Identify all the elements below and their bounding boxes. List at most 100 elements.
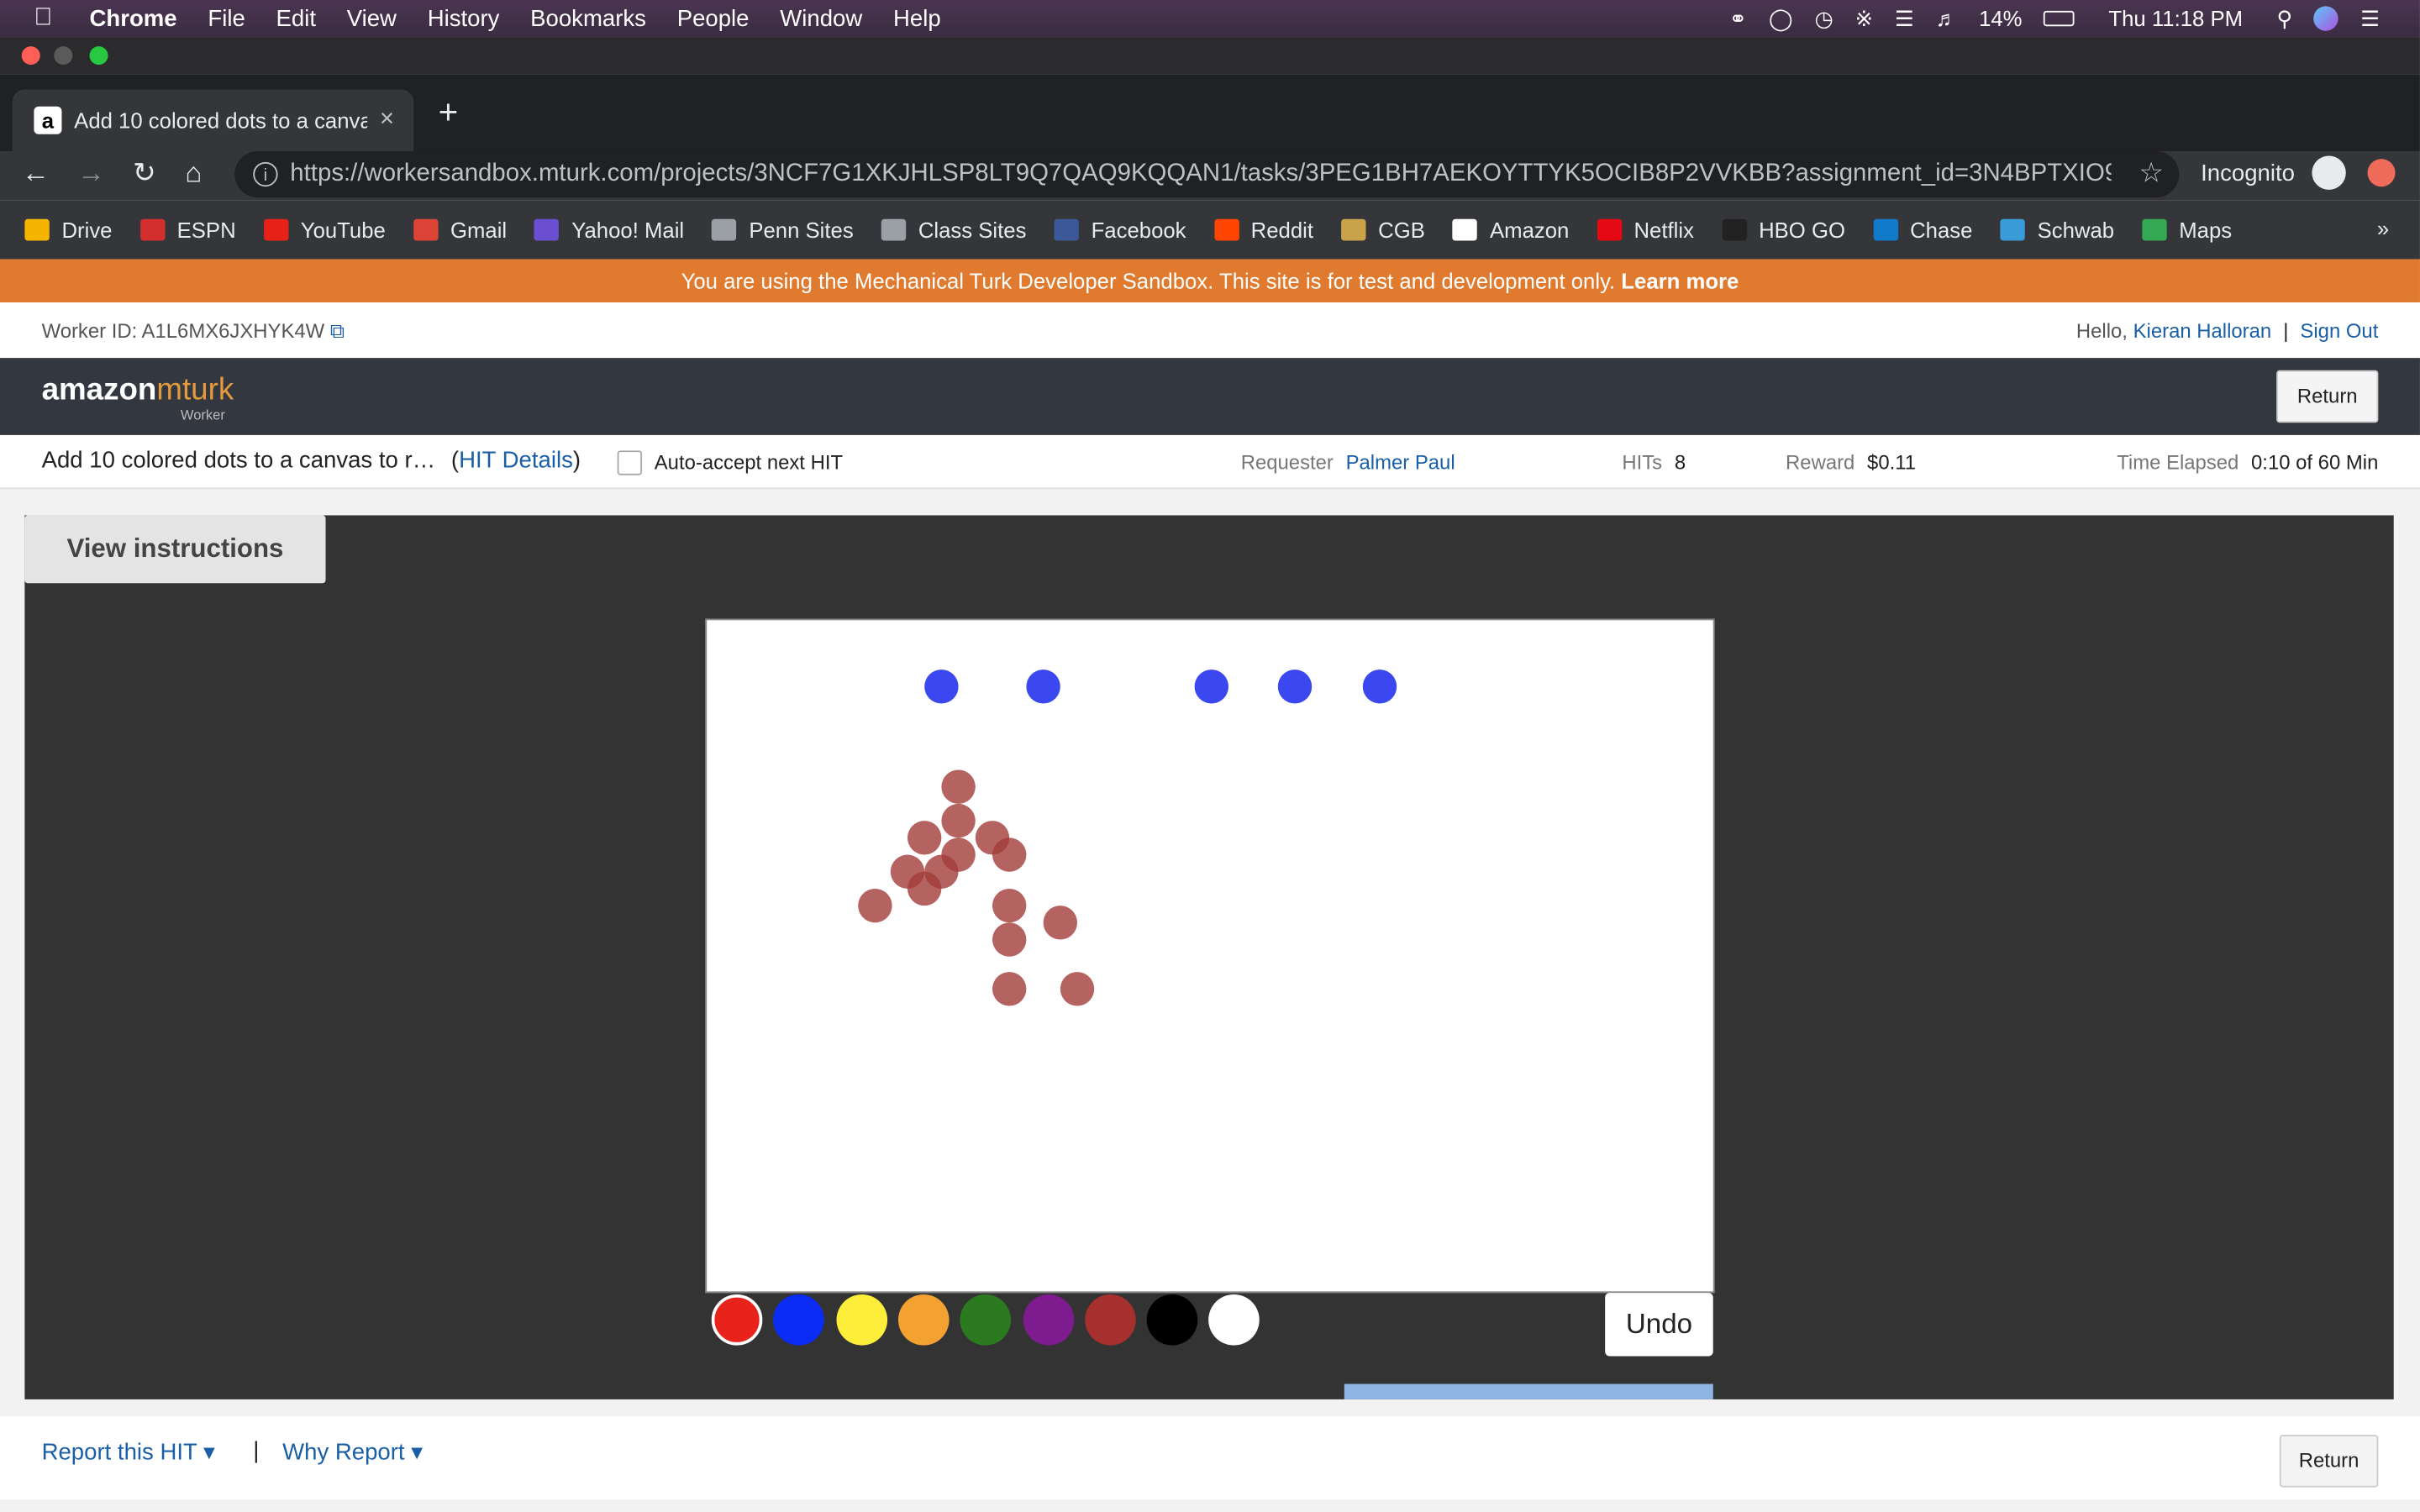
color-swatch[interactable]: [960, 1294, 1012, 1346]
mturk-logo[interactable]: amazonmturk Worker: [42, 373, 234, 423]
sync-icon[interactable]: ◯: [1769, 5, 1793, 31]
reward-value: $0.11: [1867, 450, 1917, 474]
bookmark-hbo-go[interactable]: HBO GO: [1722, 218, 1845, 242]
bookmark-reddit[interactable]: Reddit: [1213, 217, 1314, 243]
bookmark-schwab[interactable]: Schwab: [2000, 218, 2114, 242]
screen:  Chrome File Edit View History Bookmark…: [0, 0, 2420, 1512]
wifi-icon[interactable]: ☰: [1895, 5, 1914, 31]
menu-view[interactable]: View: [347, 5, 397, 31]
canvas-dot: [992, 837, 1027, 872]
minimize-window-icon[interactable]: [54, 46, 73, 66]
bookmark-yahoo-mail[interactable]: Yahoo! Mail: [534, 218, 684, 242]
worker-id-text: Worker ID: A1L6MX6JXHYK4W: [41, 319, 325, 343]
bookmark-chase[interactable]: Chase: [1873, 218, 1972, 242]
bookmark-facebook[interactable]: Facebook: [1054, 217, 1186, 243]
menu-edit[interactable]: Edit: [276, 5, 316, 31]
home-icon[interactable]: ⌂: [185, 157, 202, 190]
tab-close-icon[interactable]: ×: [380, 107, 394, 134]
bookmarks-overflow-button[interactable]: »: [2377, 216, 2389, 240]
canvas-dot: [1060, 972, 1095, 1006]
bookmark-favicon-icon: [881, 218, 907, 241]
siri-icon[interactable]: [2314, 6, 2339, 31]
why-report-link[interactable]: Why Report ▾: [282, 1438, 423, 1466]
bookmark-drive[interactable]: Drive: [24, 218, 112, 242]
bookmark-amazon[interactable]: Amazon: [1452, 218, 1569, 242]
bookmark-cgb[interactable]: CGB: [1341, 218, 1425, 242]
bookmark-star-icon[interactable]: ☆: [2139, 157, 2164, 190]
macos-menubar:  Chrome File Edit View History Bookmark…: [0, 0, 2420, 38]
reload-icon[interactable]: ↻: [133, 157, 156, 190]
color-swatch[interactable]: [1146, 1294, 1198, 1346]
copy-icon[interactable]: ⧉: [330, 319, 345, 343]
menu-history[interactable]: History: [428, 5, 500, 31]
canvas-dot: [941, 803, 976, 838]
bookmark-label: Reddit: [1250, 217, 1314, 243]
view-instructions-button[interactable]: View instructions: [24, 515, 326, 584]
user-name-link[interactable]: Kieran Halloran: [2133, 319, 2272, 343]
time-machine-icon[interactable]: ◷: [1814, 5, 1833, 31]
bookmark-class-sites[interactable]: Class Sites: [881, 218, 1026, 242]
canvas-dot: [992, 888, 1027, 923]
learn-more-link[interactable]: Learn more: [1621, 269, 1739, 293]
bookmark-netflix[interactable]: Netflix: [1597, 218, 1694, 242]
menu-app-chrome[interactable]: Chrome: [90, 5, 177, 31]
color-swatch[interactable]: [835, 1294, 887, 1346]
menu-people[interactable]: People: [677, 5, 750, 31]
color-swatch[interactable]: [773, 1294, 825, 1346]
bookmark-espn[interactable]: ESPN: [139, 218, 236, 242]
bookmark-favicon-icon: [1213, 218, 1239, 241]
url-text[interactable]: https://workersandbox.mturk.com/projects…: [290, 160, 2111, 188]
spotlight-icon[interactable]: ⚲: [2276, 5, 2292, 31]
menu-help[interactable]: Help: [893, 5, 941, 31]
canvas-dot: [941, 769, 976, 804]
sandbox-banner: You are using the Mechanical Turk Develo…: [0, 259, 2420, 302]
bookmark-favicon-icon: [1597, 218, 1622, 241]
color-swatch[interactable]: [711, 1294, 763, 1346]
bookmark-maps[interactable]: Maps: [2142, 218, 2232, 242]
requester-link[interactable]: Palmer Paul: [1346, 450, 1455, 474]
color-swatch[interactable]: [1084, 1294, 1136, 1346]
zoom-window-icon[interactable]: [89, 46, 108, 66]
bookmark-penn-sites[interactable]: Penn Sites: [712, 218, 854, 242]
hit-details-link[interactable]: HIT Details: [459, 448, 573, 474]
tab-active[interactable]: a Add 10 colored dots to a canvas ×: [12, 89, 414, 151]
incognito-icon[interactable]: [2312, 155, 2346, 190]
color-swatch[interactable]: [1208, 1294, 1260, 1346]
menu-window[interactable]: Window: [780, 5, 862, 31]
bookmark-youtube[interactable]: YouTube: [263, 218, 386, 242]
forward-icon[interactable]: →: [77, 157, 105, 190]
bluetooth-icon[interactable]: ※: [1855, 5, 1874, 31]
sandbox-text: You are using the Mechanical Turk Develo…: [681, 268, 1616, 293]
battery-icon[interactable]: [2044, 10, 2075, 27]
bookmark-gmail[interactable]: Gmail: [413, 218, 507, 242]
extension-icon[interactable]: [2367, 159, 2396, 187]
bookmark-favicon-icon: [2000, 218, 2025, 241]
menu-file[interactable]: File: [208, 5, 245, 31]
return-button-top[interactable]: Return: [2276, 370, 2379, 423]
new-tab-button[interactable]: +: [439, 92, 459, 133]
glasses-icon[interactable]: ⚭: [1729, 5, 1748, 31]
sign-out-link[interactable]: Sign Out: [2300, 319, 2378, 343]
page-footer: Report this HIT ▾ | Why Report ▾ Return: [0, 1416, 2420, 1500]
menu-bookmarks[interactable]: Bookmarks: [530, 5, 646, 31]
battery-percent[interactable]: 14%: [1979, 6, 2022, 30]
address-bar[interactable]: i https://workersandbox.mturk.com/projec…: [234, 150, 2180, 198]
volume-icon[interactable]: ♬: [1936, 6, 1958, 30]
color-swatch[interactable]: [1022, 1294, 1074, 1346]
worker-id: Worker ID: A1L6MX6JXHYK4W ⧉: [42, 319, 345, 344]
color-swatch[interactable]: [897, 1294, 950, 1346]
report-hit-link[interactable]: Report this HIT ▾: [42, 1438, 215, 1466]
undo-button[interactable]: Undo: [1605, 1293, 1713, 1357]
return-button-bottom[interactable]: Return: [2279, 1435, 2379, 1488]
site-info-icon[interactable]: i: [253, 161, 278, 187]
apple-icon[interactable]: : [34, 5, 61, 33]
auto-accept-checkbox[interactable]: [617, 450, 643, 475]
close-window-icon[interactable]: [21, 46, 40, 66]
back-icon[interactable]: ←: [22, 157, 50, 190]
submit-button[interactable]: [1344, 1383, 1713, 1399]
notification-center-icon[interactable]: ☰: [2360, 5, 2380, 31]
amazon-favicon-icon: a: [34, 106, 62, 134]
bookmark-label: Facebook: [1091, 217, 1186, 243]
clock[interactable]: Thu 11:18 PM: [2108, 6, 2243, 30]
drawing-canvas[interactable]: [705, 618, 1715, 1294]
